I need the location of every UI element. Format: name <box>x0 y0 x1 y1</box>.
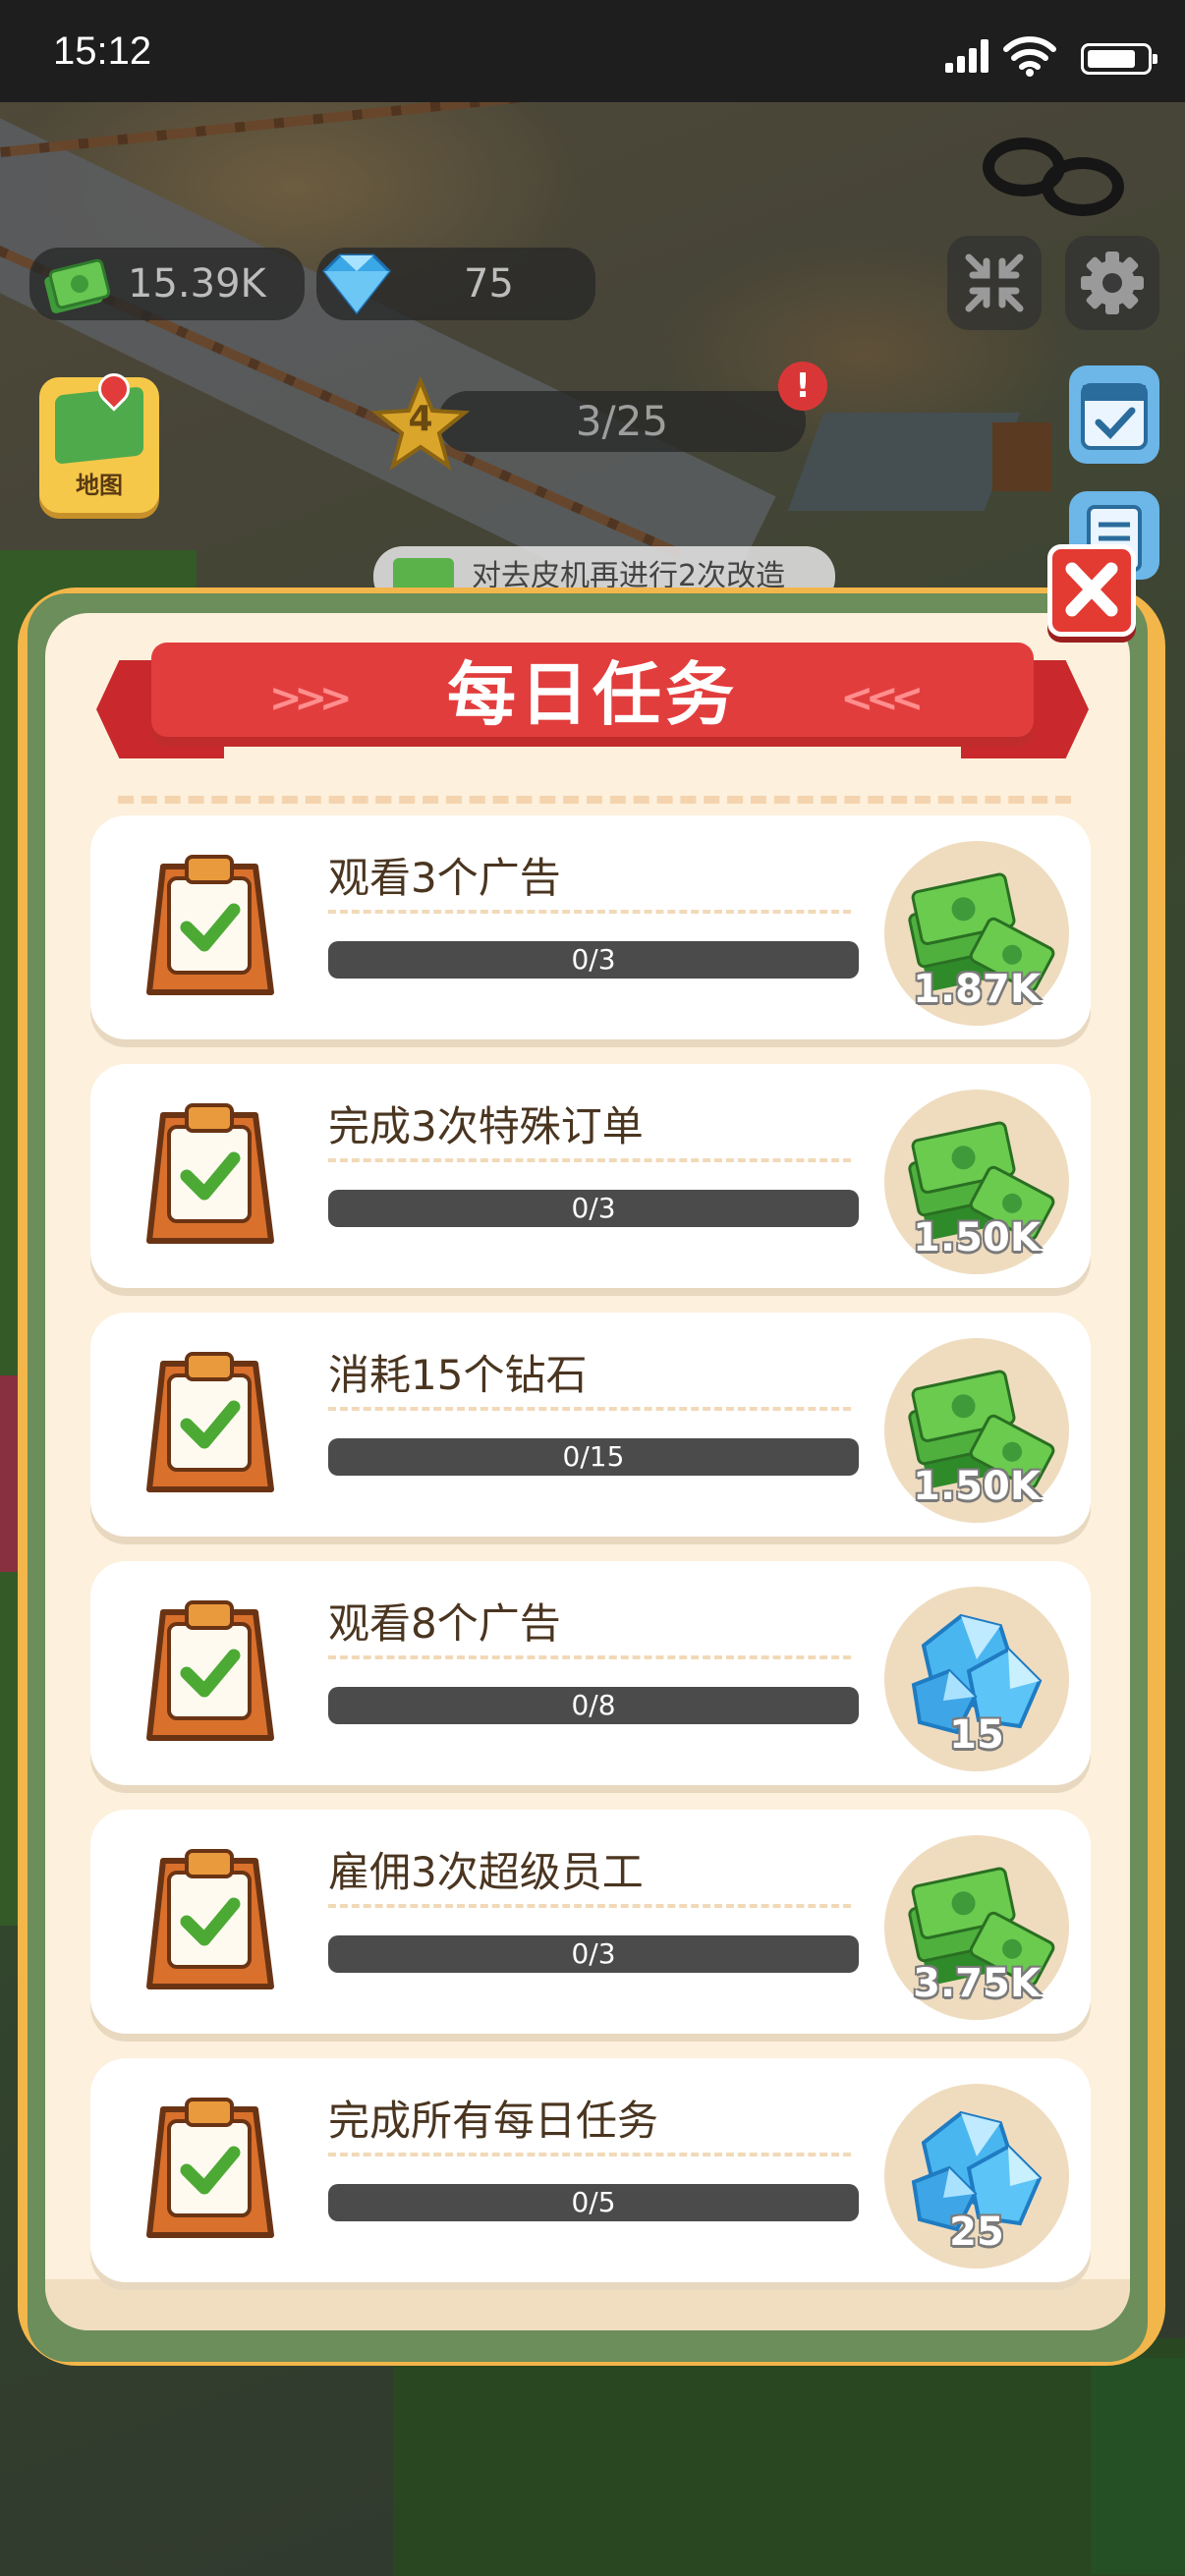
divider <box>118 796 1071 804</box>
collapse-icon <box>965 253 1024 312</box>
clipboard-check-icon <box>136 1093 283 1249</box>
task-title: 完成3次特殊订单 <box>328 1102 644 1150</box>
chevrons-left: >>> <box>269 676 352 721</box>
reward-amount: 1.50K <box>913 1215 1041 1260</box>
reward-amount: 1.87K <box>913 967 1041 1012</box>
task-card[interactable]: 完成所有每日任务 0/5 25 <box>90 2058 1091 2282</box>
task-progress-text: 0/3 <box>571 1192 616 1224</box>
cash-value: 15.39K <box>128 261 266 307</box>
task-title: 完成所有每日任务 <box>328 2097 659 2145</box>
level-progress-text: 3/25 <box>438 391 806 452</box>
task-progress-bar: 0/15 <box>328 1438 859 1476</box>
task-card[interactable]: 观看8个广告 0/8 15 <box>90 1561 1091 1785</box>
reward-badge[interactable]: 15 <box>884 1587 1069 1771</box>
clipboard-check-icon <box>136 1342 283 1497</box>
ribbon-band: 每日任务 >>> <<< <box>151 643 1034 747</box>
map-icon <box>55 386 143 465</box>
reward-badge[interactable]: 1.87K <box>884 841 1069 1026</box>
task-title: 观看8个广告 <box>328 1599 561 1648</box>
task-progress-bar: 0/5 <box>328 2184 859 2221</box>
title-ribbon: 每日任务 >>> <<< <box>96 643 1089 760</box>
task-divider <box>328 1655 851 1659</box>
calendar-button[interactable] <box>1069 365 1159 464</box>
reward-amount: 3.75K <box>913 1961 1041 2006</box>
task-progress-bar: 0/3 <box>328 1935 859 1973</box>
close-icon <box>1065 562 1118 617</box>
reward-badge[interactable]: 3.75K <box>884 1835 1069 2020</box>
reward-amount: 15 <box>949 1712 1004 1758</box>
battery-icon <box>1081 43 1157 75</box>
task-divider <box>328 2153 851 2156</box>
settings-button[interactable] <box>1065 236 1159 330</box>
diamond-icon <box>321 253 392 315</box>
task-card[interactable]: 消耗15个钻石 0/15 1.50K <box>90 1313 1091 1537</box>
task-progress-text: 0/3 <box>571 1937 616 1970</box>
wifi-icon <box>1003 36 1056 77</box>
calendar-icon <box>1081 383 1148 450</box>
status-bar: 15:12 <box>0 0 1185 102</box>
dialog-panel-bottom <box>45 2279 1130 2330</box>
task-title: 消耗15个钻石 <box>328 1351 588 1399</box>
task-progress-bar: 0/3 <box>328 941 859 979</box>
reward-amount: 25 <box>949 2210 1004 2255</box>
task-progress-text: 0/5 <box>571 2186 616 2218</box>
task-card[interactable]: 观看3个广告 0/3 1.87K <box>90 815 1091 1039</box>
task-divider <box>328 1407 851 1411</box>
task-title: 观看3个广告 <box>328 854 561 902</box>
reward-amount: 1.50K <box>913 1464 1041 1509</box>
task-divider <box>328 1158 851 1162</box>
clipboard-check-icon <box>136 2088 283 2243</box>
close-button[interactable] <box>1047 544 1136 637</box>
task-divider <box>328 1904 851 1908</box>
gem-value: 75 <box>464 261 514 307</box>
reward-badge[interactable]: 25 <box>884 2084 1069 2268</box>
cellular-signal-icon <box>945 39 988 73</box>
cash-counter: 15.39K <box>29 248 305 320</box>
alert-badge: ! <box>778 362 827 411</box>
level-number: 4 <box>408 399 433 439</box>
reward-badge[interactable]: 1.50K <box>884 1090 1069 1274</box>
clipboard-check-icon <box>136 845 283 1000</box>
collapse-button[interactable] <box>947 236 1042 330</box>
task-card[interactable]: 完成3次特殊订单 0/3 1.50K <box>90 1064 1091 1288</box>
map-label: 地图 <box>76 472 123 499</box>
task-progress-bar: 0/3 <box>328 1190 859 1227</box>
task-progress-text: 0/3 <box>571 943 616 976</box>
clock: 15:12 <box>53 29 152 73</box>
gear-icon <box>1081 252 1144 314</box>
task-card[interactable]: 雇佣3次超级员工 0/3 3.75K <box>90 1810 1091 2034</box>
clipboard-check-icon <box>136 1591 283 1746</box>
task-progress-text: 0/8 <box>571 1689 616 1721</box>
map-button[interactable]: 地图 <box>39 377 159 513</box>
task-progress-text: 0/15 <box>562 1440 625 1473</box>
task-progress-bar: 0/8 <box>328 1687 859 1724</box>
task-title: 雇佣3次超级员工 <box>328 1848 644 1896</box>
task-divider <box>328 910 851 914</box>
chevrons-right: <<< <box>840 676 923 721</box>
reward-badge[interactable]: 1.50K <box>884 1338 1069 1523</box>
cash-icon <box>44 258 111 313</box>
clipboard-check-icon <box>136 1839 283 1994</box>
gem-counter: 75 <box>316 248 595 320</box>
